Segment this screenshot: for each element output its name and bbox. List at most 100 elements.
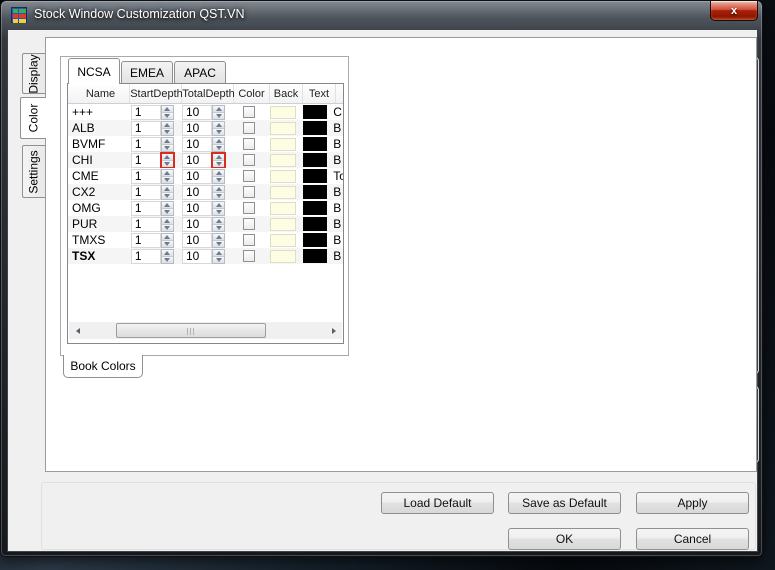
spin-down-icon[interactable] (213, 145, 224, 151)
spin-up-icon[interactable] (213, 138, 224, 145)
spinner-buttons[interactable] (212, 217, 225, 232)
spin-down-icon[interactable] (162, 241, 173, 247)
spinner-buttons[interactable] (212, 169, 225, 184)
back-color-swatch[interactable] (270, 154, 296, 167)
spin-down-icon[interactable] (162, 177, 173, 183)
spin-down-icon[interactable] (162, 209, 173, 215)
text-color-swatch[interactable] (303, 201, 327, 215)
color-checkbox[interactable] (243, 234, 255, 246)
spin-up-icon[interactable] (162, 234, 173, 241)
spin-down-icon[interactable] (213, 113, 224, 119)
tab-ncsa[interactable]: NCSA (68, 58, 120, 84)
spinner-buttons[interactable] (161, 105, 174, 120)
spin-down-icon[interactable] (213, 161, 224, 167)
text-color-swatch[interactable] (303, 105, 327, 119)
spin-up-icon[interactable] (162, 122, 173, 129)
spin-up-icon[interactable] (162, 106, 173, 113)
color-checkbox[interactable] (243, 138, 255, 150)
spin-up-icon[interactable] (213, 218, 224, 225)
apply-button[interactable]: Apply (636, 492, 749, 514)
back-color-swatch[interactable] (270, 218, 296, 231)
spin-up-icon[interactable] (213, 154, 224, 161)
color-checkbox[interactable] (243, 186, 255, 198)
spinner-buttons[interactable] (161, 233, 174, 248)
load-default-button[interactable]: Load Default (381, 492, 494, 514)
color-checkbox[interactable] (243, 170, 255, 182)
text-color-swatch[interactable] (303, 137, 327, 151)
back-color-swatch[interactable] (270, 122, 296, 135)
color-checkbox[interactable] (243, 122, 255, 134)
spin-up-icon[interactable] (162, 186, 173, 193)
color-checkbox[interactable] (243, 218, 255, 230)
back-color-swatch[interactable] (270, 138, 296, 151)
total-depth-spinner[interactable]: 10 (182, 217, 225, 232)
spin-down-icon[interactable] (213, 209, 224, 215)
spinner-buttons[interactable] (161, 217, 174, 232)
total-depth-spinner[interactable]: 10 (182, 233, 225, 248)
spin-down-icon[interactable] (162, 193, 173, 199)
spin-up-icon[interactable] (162, 250, 173, 257)
spin-down-icon[interactable] (213, 225, 224, 231)
spin-up-icon[interactable] (162, 170, 173, 177)
spin-down-icon[interactable] (162, 113, 173, 119)
color-checkbox[interactable] (243, 202, 255, 214)
spin-down-icon[interactable] (213, 129, 224, 135)
spinner-buttons[interactable] (161, 153, 174, 168)
spinner-buttons[interactable] (212, 185, 225, 200)
close-button[interactable]: x (710, 1, 758, 21)
color-checkbox[interactable] (243, 106, 255, 118)
total-depth-spinner[interactable]: 10 (182, 121, 225, 136)
spin-up-icon[interactable] (162, 154, 173, 161)
back-color-swatch[interactable] (270, 106, 296, 119)
back-color-swatch[interactable] (270, 186, 296, 199)
text-color-swatch[interactable] (303, 249, 327, 263)
back-color-swatch[interactable] (270, 234, 296, 247)
spin-down-icon[interactable] (213, 257, 224, 263)
color-checkbox[interactable] (243, 154, 255, 166)
text-color-swatch[interactable] (303, 185, 327, 199)
start-depth-spinner[interactable]: 1 (131, 185, 174, 200)
total-depth-spinner[interactable]: 10 (182, 185, 225, 200)
spin-down-icon[interactable] (213, 193, 224, 199)
spin-up-icon[interactable] (162, 218, 173, 225)
spinner-buttons[interactable] (212, 249, 225, 264)
spinner-buttons[interactable] (161, 201, 174, 216)
spin-down-icon[interactable] (162, 161, 173, 167)
spin-down-icon[interactable] (213, 177, 224, 183)
text-color-swatch[interactable] (303, 217, 327, 231)
spinner-buttons[interactable] (161, 185, 174, 200)
start-depth-spinner[interactable]: 1 (131, 201, 174, 216)
text-color-swatch[interactable] (303, 153, 327, 167)
spin-up-icon[interactable] (213, 250, 224, 257)
color-checkbox[interactable] (243, 250, 255, 262)
tab-settings[interactable]: Settings (22, 145, 45, 198)
horizontal-scrollbar[interactable] (69, 322, 342, 339)
back-color-swatch[interactable] (270, 250, 296, 263)
spin-down-icon[interactable] (162, 129, 173, 135)
text-color-swatch[interactable] (303, 233, 327, 247)
total-depth-spinner[interactable]: 10 (182, 249, 225, 264)
spin-up-icon[interactable] (162, 138, 173, 145)
scroll-right-icon[interactable] (325, 322, 342, 339)
spin-down-icon[interactable] (213, 241, 224, 247)
spin-up-icon[interactable] (213, 122, 224, 129)
start-depth-spinner[interactable]: 1 (131, 217, 174, 232)
start-depth-spinner[interactable]: 1 (131, 233, 174, 248)
text-color-swatch[interactable] (303, 121, 327, 135)
scrollbar-thumb[interactable] (116, 323, 266, 338)
cancel-button[interactable]: Cancel (636, 528, 749, 550)
spin-up-icon[interactable] (162, 202, 173, 209)
tab-book-colors[interactable]: Book Colors (63, 355, 143, 378)
start-depth-spinner[interactable]: 1 (131, 249, 174, 264)
save-as-default-button[interactable]: Save as Default (508, 492, 621, 514)
spin-down-icon[interactable] (162, 145, 173, 151)
total-depth-spinner[interactable]: 10 (182, 169, 225, 184)
total-depth-spinner[interactable]: 10 (182, 201, 225, 216)
start-depth-spinner[interactable]: 1 (131, 153, 174, 168)
spinner-buttons[interactable] (212, 153, 225, 168)
start-depth-spinner[interactable]: 1 (131, 169, 174, 184)
text-color-swatch[interactable] (303, 169, 327, 183)
back-color-swatch[interactable] (270, 202, 296, 215)
spinner-buttons[interactable] (212, 137, 225, 152)
start-depth-spinner[interactable]: 1 (131, 137, 174, 152)
